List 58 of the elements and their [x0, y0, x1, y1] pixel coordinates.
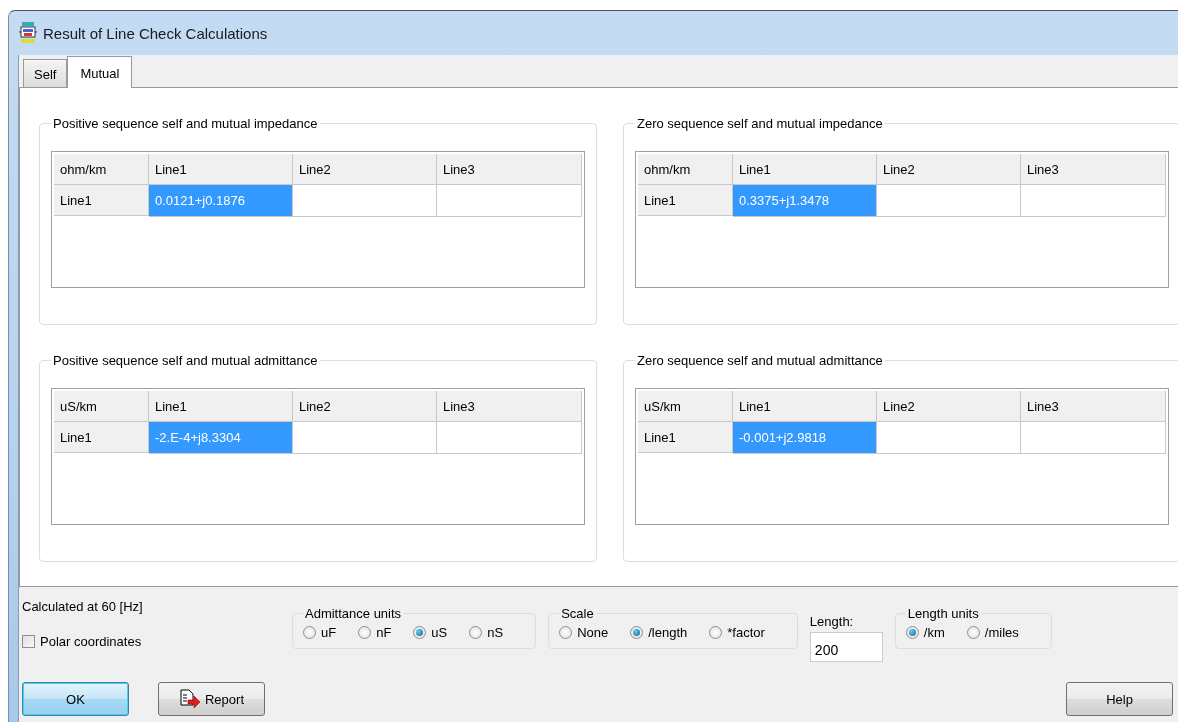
- dialog-button[interactable]: Help: [1066, 682, 1173, 716]
- column-header: Line2: [293, 391, 437, 422]
- tab[interactable]: Mutual: [67, 56, 133, 88]
- group-title: Admittance units: [304, 606, 403, 621]
- report-icon: [179, 689, 201, 709]
- column-header: Line1: [149, 154, 293, 185]
- radio-button[interactable]: [413, 626, 427, 639]
- group-title: Positive sequence self and mutual admittance: [52, 353, 319, 368]
- row-header: Line1: [54, 185, 149, 216]
- column-header: Line2: [293, 154, 437, 185]
- radio-button[interactable]: [630, 626, 644, 639]
- group-title: Zero sequence self and mutual impedance: [636, 116, 884, 131]
- row-header: Line1: [638, 185, 733, 216]
- radio-label[interactable]: uS: [431, 625, 448, 640]
- column-header: Line2: [877, 154, 1021, 185]
- header-cell: ohm/km: [54, 154, 149, 185]
- row-header: Line1: [638, 422, 733, 453]
- checkbox[interactable]: [22, 635, 35, 648]
- group-title: Zero sequence self and mutual admittance: [636, 353, 884, 368]
- dialog-button[interactable]: OK: [22, 682, 129, 716]
- header-cell: uS/km: [638, 391, 733, 422]
- radio-label[interactable]: None: [577, 625, 609, 640]
- column-header: Line3: [437, 391, 582, 422]
- radio-label[interactable]: /miles: [984, 625, 1019, 640]
- row-header: Line1: [54, 422, 149, 453]
- frequency-label: Calculated at 60 [Hz]: [22, 599, 144, 614]
- radio-button[interactable]: [709, 626, 723, 639]
- column-header: Line1: [149, 391, 293, 422]
- checkbox-label[interactable]: Polar coordinates: [40, 634, 142, 649]
- radio-label[interactable]: uF: [321, 625, 337, 640]
- radio-label[interactable]: /km: [923, 625, 945, 640]
- radio-button[interactable]: [905, 626, 919, 639]
- header-cell: ohm/km: [638, 154, 733, 185]
- radio-button[interactable]: [469, 626, 483, 639]
- length-label: Length:: [809, 614, 855, 629]
- radio-button[interactable]: [358, 626, 372, 639]
- window-title: Result of Line Check Calculations: [43, 24, 268, 42]
- radio-label[interactable]: nF: [376, 625, 392, 640]
- column-header: Line3: [1021, 154, 1166, 185]
- length-field[interactable]: 200: [809, 632, 883, 662]
- group-title: Positive sequence self and mutual impedance: [52, 116, 319, 131]
- tab[interactable]: Self: [23, 59, 68, 87]
- radio-label[interactable]: nS: [487, 625, 504, 640]
- column-header: Line3: [1021, 391, 1166, 422]
- header-cell: uS/km: [54, 391, 149, 422]
- radio-label[interactable]: /length: [648, 625, 688, 640]
- column-header: Line3: [437, 154, 582, 185]
- radio-button[interactable]: [966, 626, 980, 639]
- group-title: Length units: [906, 606, 980, 621]
- column-header: Line1: [733, 391, 877, 422]
- column-header: Line2: [877, 391, 1021, 422]
- radio-button[interactable]: [303, 626, 316, 639]
- radio-button[interactable]: [559, 626, 573, 639]
- report-button[interactable]: Report: [158, 682, 265, 716]
- group-title: Scale: [560, 606, 595, 621]
- radio-label[interactable]: *factor: [727, 625, 765, 640]
- app-icon: [19, 21, 37, 45]
- column-header: Line1: [733, 154, 877, 185]
